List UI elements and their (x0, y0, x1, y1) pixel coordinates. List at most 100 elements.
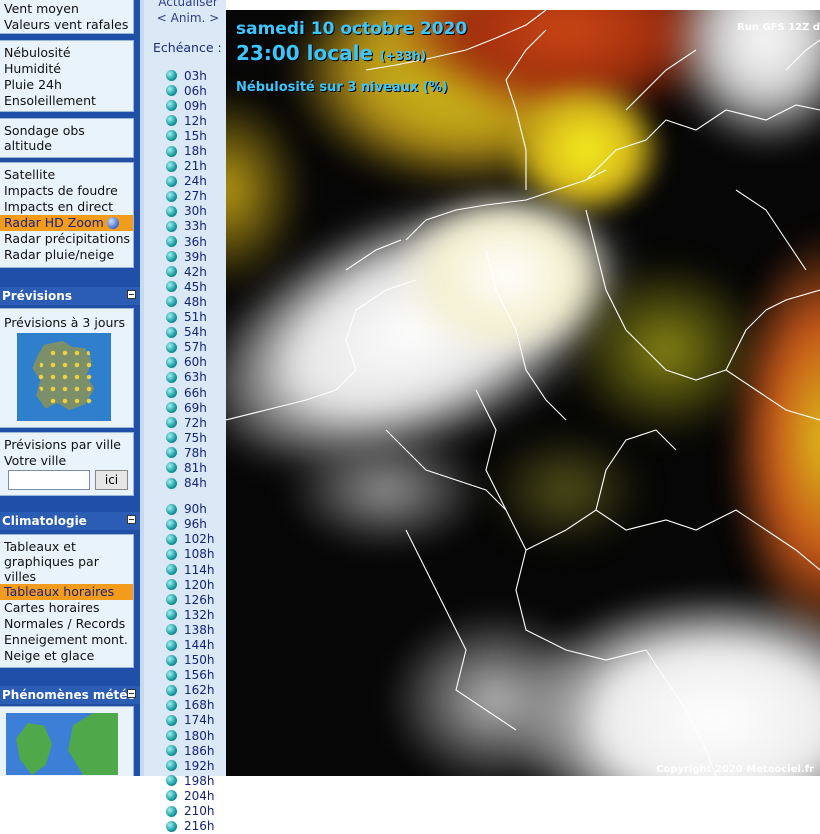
step-ball-icon[interactable] (166, 609, 177, 621)
collapse-icon[interactable] (127, 689, 136, 698)
echeance-step[interactable]: 60h (166, 355, 226, 370)
step-ball-icon[interactable] (166, 387, 177, 399)
echeance-step[interactable]: 114h (166, 562, 226, 577)
step-label[interactable]: 66h (184, 387, 207, 399)
echeance-step[interactable]: 138h (166, 622, 226, 637)
step-ball-icon[interactable] (166, 205, 177, 217)
step-ball-icon[interactable] (166, 326, 177, 338)
echeance-step[interactable]: 132h (166, 607, 226, 622)
step-ball-icon[interactable] (166, 356, 177, 368)
echeance-step[interactable]: 42h (166, 264, 226, 279)
step-ball-icon[interactable] (166, 296, 177, 308)
echeance-step[interactable]: 75h (166, 430, 226, 445)
step-ball-icon[interactable] (166, 579, 177, 591)
menu-item-sondage[interactable]: Sondage obs altitude (0, 123, 104, 153)
step-label[interactable]: 102h (184, 533, 215, 545)
echeance-step[interactable]: 15h (166, 128, 226, 143)
step-label[interactable]: 132h (184, 609, 215, 621)
step-ball-icon[interactable] (166, 371, 177, 383)
step-label[interactable]: 156h (184, 669, 215, 681)
menu-item-impacts-foudre[interactable]: Impacts de foudre (0, 183, 133, 199)
step-label[interactable]: 180h (184, 730, 215, 742)
step-label[interactable]: 24h (184, 175, 207, 187)
step-ball-icon[interactable] (166, 175, 177, 187)
menu-item-satellite[interactable]: Satellite (0, 167, 133, 183)
france-forecast-map-thumbnail[interactable] (17, 333, 111, 421)
step-label[interactable]: 198h (184, 775, 215, 787)
phenomenes-map-thumbnail[interactable] (6, 713, 118, 775)
step-label[interactable]: 90h (184, 503, 207, 515)
animation-link[interactable]: < Anim. > (156, 11, 220, 25)
menu-item-impacts-direct[interactable]: Impacts en direct (0, 199, 133, 215)
step-label[interactable]: 114h (184, 564, 215, 576)
echeance-step[interactable]: 90h (166, 502, 226, 517)
step-ball-icon[interactable] (166, 518, 177, 530)
echeance-step[interactable]: 27h (166, 189, 226, 204)
echeance-step[interactable]: 192h (166, 758, 226, 773)
step-label[interactable]: 150h (184, 654, 215, 666)
menu-item-humidite[interactable]: Humidité (0, 61, 133, 77)
step-label[interactable]: 162h (184, 684, 215, 696)
step-ball-icon[interactable] (166, 745, 177, 757)
echeance-step[interactable]: 51h (166, 310, 226, 325)
step-label[interactable]: 12h (184, 115, 207, 127)
echeance-step[interactable]: 108h (166, 547, 226, 562)
echeance-step[interactable]: 204h (166, 788, 226, 803)
step-label[interactable]: 63h (184, 371, 207, 383)
menu-item-radar-precipitations[interactable]: Radar précipitations (0, 231, 133, 247)
step-label[interactable]: 204h (184, 790, 215, 802)
echeance-step[interactable]: 126h (166, 592, 226, 607)
step-label[interactable]: 192h (184, 760, 215, 772)
step-label[interactable]: 18h (184, 145, 207, 157)
step-label[interactable]: 45h (184, 281, 207, 293)
step-ball-icon[interactable] (166, 684, 177, 696)
menu-item-radar-pluie-neige[interactable]: Radar pluie/neige (0, 247, 133, 263)
step-label[interactable]: 36h (184, 236, 207, 248)
step-label[interactable]: 48h (184, 296, 207, 308)
menu-item-nebulosite[interactable]: Nébulosité (0, 45, 133, 61)
step-ball-icon[interactable] (166, 730, 177, 742)
step-label[interactable]: 78h (184, 447, 207, 459)
step-label[interactable]: 84h (184, 477, 207, 489)
menu-item-vent-rafales[interactable]: Valeurs vent rafales (0, 17, 133, 33)
step-ball-icon[interactable] (166, 503, 177, 515)
step-label[interactable]: 06h (184, 85, 207, 97)
menu-item-tableaux-graphiques[interactable]: Tableaux et graphiques par villes (0, 539, 112, 584)
step-ball-icon[interactable] (166, 251, 177, 263)
echeance-step[interactable]: 78h (166, 445, 226, 460)
echeance-step[interactable]: 186h (166, 743, 226, 758)
step-ball-icon[interactable] (166, 432, 177, 444)
step-ball-icon[interactable] (166, 145, 177, 157)
step-ball-icon[interactable] (166, 100, 177, 112)
step-ball-icon[interactable] (166, 341, 177, 353)
actualiser-link[interactable]: Actualiser (156, 0, 220, 9)
echeance-step[interactable]: 63h (166, 370, 226, 385)
step-ball-icon[interactable] (166, 402, 177, 414)
echeance-step[interactable]: 180h (166, 728, 226, 743)
echeance-step[interactable]: 21h (166, 159, 226, 174)
step-label[interactable]: 57h (184, 341, 207, 353)
echeance-step[interactable]: 72h (166, 415, 226, 430)
step-ball-icon[interactable] (166, 236, 177, 248)
step-label[interactable]: 33h (184, 220, 207, 232)
collapse-icon[interactable] (127, 515, 136, 524)
collapse-icon[interactable] (127, 290, 136, 299)
menu-item-ensoleillement[interactable]: Ensoleillement (0, 93, 133, 109)
menu-item-enneigement[interactable]: Enneigement mont. (0, 632, 133, 648)
echeance-step[interactable]: 168h (166, 698, 226, 713)
step-ball-icon[interactable] (166, 160, 177, 172)
step-label[interactable]: 126h (184, 594, 215, 606)
section-header-phenomenes[interactable]: Phénomènes météo (0, 686, 140, 704)
city-search-input[interactable] (8, 470, 90, 490)
step-label[interactable]: 96h (184, 518, 207, 530)
section-header-climatologie[interactable]: Climatologie (0, 512, 140, 530)
echeance-step[interactable]: 96h (166, 517, 226, 532)
echeance-step[interactable]: 144h (166, 637, 226, 652)
step-label[interactable]: 03h (184, 70, 207, 82)
echeance-step[interactable]: 48h (166, 294, 226, 309)
step-label[interactable]: 39h (184, 251, 207, 263)
echeance-step[interactable]: 09h (166, 98, 226, 113)
echeance-step[interactable]: 12h (166, 113, 226, 128)
menu-item-previsions-ville[interactable]: Prévisions par ville (0, 437, 133, 453)
menu-item-normales-records[interactable]: Normales / Records (0, 616, 133, 632)
